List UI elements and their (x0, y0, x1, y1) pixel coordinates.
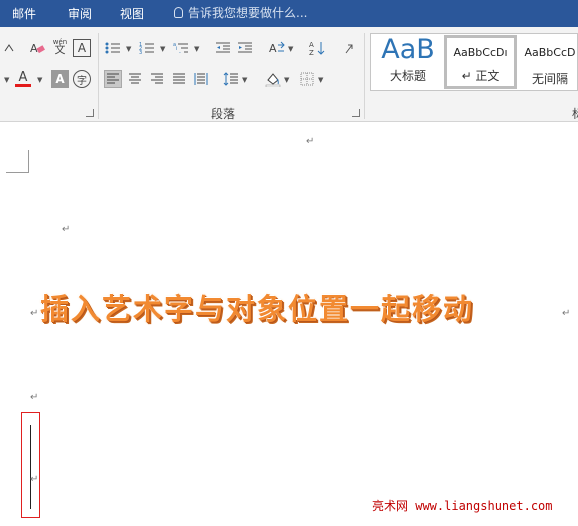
paragraph-mark: ↵ (306, 136, 315, 147)
tab-view[interactable]: 视图 (120, 5, 144, 22)
svg-text:A: A (309, 41, 314, 49)
bullets-icon[interactable] (104, 39, 122, 57)
style-no-spacing[interactable]: AaBbCcD 无间隔 (519, 35, 578, 89)
style-sample: AaB (381, 34, 435, 65)
wordart-text[interactable]: 插入艺术字与对象位置一起移动 (40, 286, 474, 328)
text-direction-icon[interactable]: A (268, 39, 286, 57)
dropdown-arrow-icon[interactable]: ▼ (242, 76, 247, 84)
svg-text:A: A (30, 42, 38, 55)
svg-text:i: i (176, 46, 177, 52)
dropdown-arrow-icon[interactable]: ▼ (37, 76, 42, 84)
paragraph-mark: ↵ (62, 224, 71, 235)
decrease-indent-icon[interactable] (214, 39, 232, 57)
paragraph-mark: ↵ (562, 308, 571, 319)
styles-gallery: AaB 大标题 AaBbCcDı ↵ 正文 AaBbCcD 无间隔 (370, 33, 578, 91)
dropdown-arrow-icon[interactable]: ▼ (288, 45, 293, 53)
borders-icon[interactable] (298, 70, 316, 88)
font-color-icon[interactable]: A (14, 70, 32, 88)
character-border-icon[interactable]: A (73, 39, 91, 57)
tab-review[interactable]: 审阅 (68, 5, 92, 22)
dropdown-arrow-icon[interactable]: ▼ (4, 76, 9, 84)
clear-formatting-icon[interactable]: A (28, 39, 46, 57)
svg-text:3: 3 (139, 50, 142, 55)
ribbon-tab-bar: 邮件 审阅 视图 告诉我您想要做什么... (0, 0, 578, 27)
numbering-icon[interactable]: 123 (138, 39, 156, 57)
group-separator (98, 33, 99, 119)
align-left-icon[interactable] (104, 70, 122, 88)
tell-me-search[interactable]: 告诉我您想要做什么... (174, 4, 307, 21)
enclose-characters-icon[interactable]: 字 (73, 70, 91, 88)
group-separator (364, 33, 365, 119)
paragraph-mark: ↵ (30, 392, 39, 403)
style-name: 无间隔 (531, 72, 568, 86)
styles-group-label-partial: 标 (572, 105, 578, 122)
text-cursor (30, 425, 31, 509)
ribbon: A wén文 A ▼ A ▼ A 字 ▼ 123 ▼ ai- ▼ A ▼ AZ (0, 27, 578, 122)
style-sample: AaBbCcDı (453, 46, 508, 59)
lightbulb-icon (174, 7, 183, 18)
phonetic-guide-icon[interactable]: wén 文 (51, 37, 69, 55)
character-shading-icon[interactable]: A (51, 70, 69, 88)
svg-text:A: A (269, 42, 277, 55)
sort-icon[interactable]: AZ (308, 39, 326, 57)
align-center-icon[interactable] (126, 70, 144, 88)
line-spacing-icon[interactable] (222, 70, 240, 88)
justify-icon[interactable] (170, 70, 188, 88)
anchored-object-selection[interactable] (21, 412, 40, 518)
distributed-icon[interactable] (192, 70, 210, 88)
increase-indent-icon[interactable] (236, 39, 254, 57)
multilevel-list-icon[interactable]: ai- (172, 39, 190, 57)
paragraph-mark: ↵ (30, 474, 39, 485)
style-name: 大标题 (389, 69, 426, 83)
shading-icon[interactable] (264, 70, 282, 88)
paragraph-group-label: 段落 (211, 107, 236, 121)
svg-text:-: - (179, 50, 181, 55)
style-heading-title[interactable]: AaB 大标题 (373, 35, 443, 89)
dropdown-arrow-icon[interactable]: ▼ (284, 76, 289, 84)
style-normal[interactable]: AaBbCcDı ↵ 正文 (444, 35, 517, 89)
dropdown-arrow-icon[interactable]: ▼ (160, 45, 165, 53)
svg-text:Z: Z (309, 49, 314, 56)
page-margin-corner-mark (6, 150, 29, 173)
style-name: ↵ 正文 (461, 69, 500, 83)
dropdown-arrow-icon[interactable]: ▼ (194, 45, 199, 53)
dropdown-arrow-icon[interactable]: ▼ (318, 76, 323, 84)
show-paragraph-marks-icon[interactable] (340, 39, 358, 57)
site-watermark: 亮术网 www.liangshunet.com (372, 499, 553, 513)
tell-me-placeholder: 告诉我您想要做什么... (188, 6, 308, 20)
dropdown-arrow-icon[interactable]: ▼ (126, 45, 131, 53)
tab-mailings[interactable]: 邮件 (12, 5, 36, 22)
paragraph-mark: ↵ (30, 308, 39, 319)
align-right-icon[interactable] (148, 70, 166, 88)
font-dialog-launcher-icon[interactable] (86, 109, 94, 117)
paragraph-dialog-launcher-icon[interactable] (352, 109, 360, 117)
font-size-dropdown-icon[interactable] (0, 39, 18, 57)
style-sample: AaBbCcD (524, 46, 576, 59)
